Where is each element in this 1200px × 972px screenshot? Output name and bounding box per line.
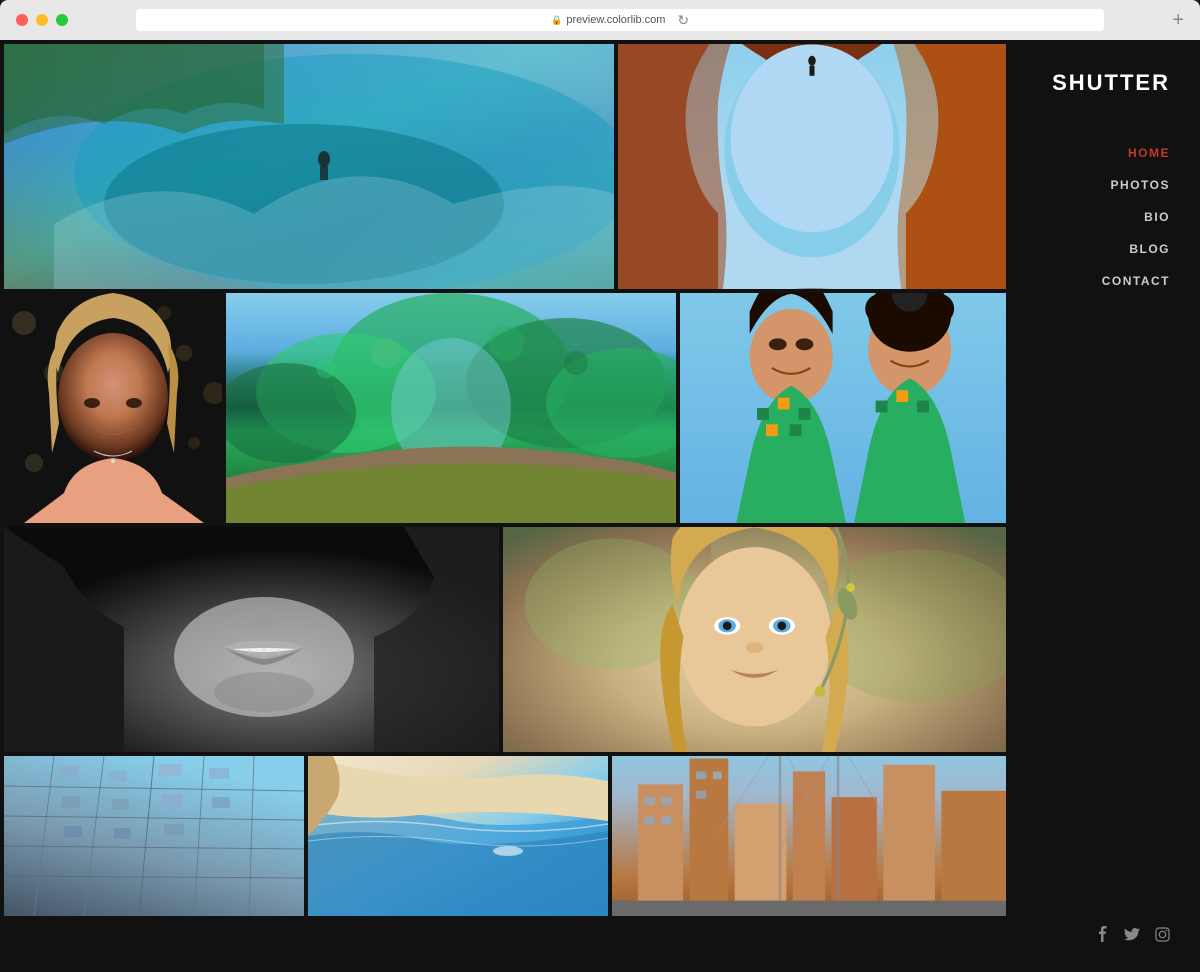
photo-cell-2-1[interactable] [4, 293, 222, 523]
gallery-row-4 [4, 756, 1006, 916]
photo-cell-3-2[interactable] [503, 527, 1006, 752]
photo-4-2-svg [308, 756, 608, 916]
photo-cell-1-1[interactable] [4, 44, 614, 289]
photo-2-2-svg [226, 293, 676, 523]
instagram-icon[interactable] [1154, 926, 1170, 942]
gallery-row-1 [4, 44, 1006, 289]
lock-icon: 🔒 [551, 15, 562, 26]
nav-menu: HOME PHOTOS BIO BLOG CONTACT [1102, 146, 1170, 288]
traffic-light-yellow[interactable] [36, 14, 48, 26]
facebook-icon[interactable] [1094, 926, 1110, 942]
photo-4-3-svg [612, 756, 1006, 916]
photo-1-1-svg [4, 44, 614, 289]
photo-cell-3-1[interactable] [4, 527, 499, 752]
photo-cell-4-2[interactable] [308, 756, 608, 916]
photo-2-1-svg [4, 293, 222, 523]
photo-cell-2-2[interactable] [226, 293, 676, 523]
nav-item-contact[interactable]: CONTACT [1102, 274, 1170, 288]
photo-1-2-svg [618, 44, 1006, 289]
photo-3-1-svg [4, 527, 499, 752]
photo-gallery [0, 40, 1010, 972]
nav-item-bio[interactable]: BIO [1144, 210, 1170, 224]
photo-4-1-svg [4, 756, 304, 916]
sidebar: SHUTTER HOME PHOTOS BIO BLOG CONTACT [1010, 40, 1200, 972]
gallery-row-2 [4, 293, 1006, 523]
refresh-button[interactable]: ↻ [677, 12, 689, 29]
site-logo: SHUTTER [1052, 70, 1170, 96]
photo-cell-2-3[interactable] [680, 293, 1006, 523]
address-bar[interactable]: 🔒 preview.colorlib.com ↻ [136, 9, 1104, 31]
traffic-light-green[interactable] [56, 14, 68, 26]
nav-item-home[interactable]: HOME [1128, 146, 1170, 160]
gallery-row-3 [4, 527, 1006, 752]
photo-cell-4-3[interactable] [612, 756, 1006, 916]
traffic-light-red[interactable] [16, 14, 28, 26]
photo-3-2-svg [503, 527, 1006, 752]
photo-cell-4-1[interactable] [4, 756, 304, 916]
social-links [1094, 926, 1170, 942]
photo-cell-1-2[interactable] [618, 44, 1006, 289]
app-container: SHUTTER HOME PHOTOS BIO BLOG CONTACT [0, 40, 1200, 972]
url-text: preview.colorlib.com [566, 14, 665, 26]
new-tab-button[interactable]: + [1172, 10, 1184, 30]
browser-chrome: 🔒 preview.colorlib.com ↻ + [0, 0, 1200, 40]
nav-item-photos[interactable]: PHOTOS [1111, 178, 1170, 192]
photo-2-3-svg [680, 293, 1006, 523]
twitter-icon[interactable] [1124, 926, 1140, 942]
nav-item-blog[interactable]: BLOG [1129, 242, 1170, 256]
